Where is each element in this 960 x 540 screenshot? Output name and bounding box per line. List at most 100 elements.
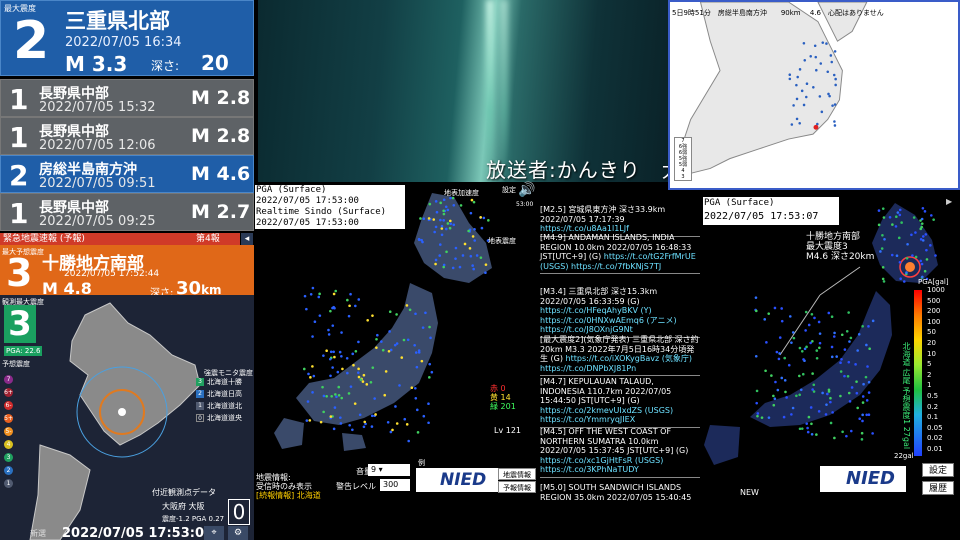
station-dot xyxy=(345,356,349,360)
station-dot xyxy=(318,292,321,296)
play-icon[interactable]: ▶ xyxy=(946,197,952,206)
station-dot xyxy=(354,304,357,308)
station-dot xyxy=(911,254,914,257)
station-dot xyxy=(408,308,412,312)
gear-icon[interactable]: ⚙ xyxy=(228,526,248,540)
station-dot xyxy=(817,320,821,324)
station-dot xyxy=(798,68,802,71)
history-row-2[interactable]: 1 長野県中部 2022/07/05 12:06 M 2.8 xyxy=(0,117,254,155)
warning-level-select[interactable]: 300 xyxy=(380,479,410,491)
station-dot xyxy=(376,333,379,337)
station-dot xyxy=(900,221,903,224)
rt-caption-sindo-time: 2022/07/05 17:53:00 xyxy=(255,218,405,229)
station-dot xyxy=(763,318,767,321)
quake-info-button[interactable]: 地震情報 xyxy=(498,468,536,480)
station-dot xyxy=(920,262,924,266)
feed-item[interactable]: [M5.0] SOUTH SANDWICH ISLANDS REGION 35.… xyxy=(540,483,700,503)
station-dot xyxy=(445,227,448,231)
station-dot xyxy=(375,346,378,349)
realtime-monitor-map[interactable] xyxy=(254,183,538,503)
station-dot xyxy=(438,254,442,257)
station-dot xyxy=(459,204,463,207)
forecast-info-button[interactable]: 予報情報 xyxy=(498,481,536,493)
mini-map-legend: 7 6強 6弱 5強 5弱 4 3 xyxy=(674,137,692,181)
station-dot xyxy=(772,403,776,407)
station-dot xyxy=(351,352,355,356)
feed-item[interactable]: [最大震度2](気象庁発表) 三重県北部 深さ約20km M3.3 2022年7… xyxy=(540,335,700,376)
station-dot xyxy=(313,320,317,324)
history-row-3[interactable]: 2 房総半島南方沖 2022/07/05 09:51 M 4.6 xyxy=(0,155,254,193)
station-dot xyxy=(877,209,881,212)
station-dot xyxy=(798,374,801,378)
station-dot xyxy=(833,120,836,123)
station-dot xyxy=(819,62,823,65)
station-dot xyxy=(826,392,829,396)
collapse-panel-button[interactable]: ◂ xyxy=(241,233,253,245)
station-dot xyxy=(440,233,444,237)
station-dot xyxy=(334,289,338,293)
station-dot xyxy=(461,254,465,257)
row-datetime: 2022/07/05 12:06 xyxy=(39,138,156,153)
speaker-icon[interactable]: 🔊 xyxy=(518,182,535,198)
station-dot xyxy=(327,328,330,332)
station-dot xyxy=(826,70,830,74)
feed-item[interactable]: [M2.5] 宮城県東方沖 深さ33.9km 2022/07/05 17:17:… xyxy=(540,205,700,237)
station-dot xyxy=(801,372,805,376)
refresh-label[interactable]: 新選 xyxy=(30,528,46,539)
station-dot xyxy=(381,348,385,352)
station-dot xyxy=(318,314,322,317)
latest-earthquake-card[interactable]: 最大震度 2 三重県北部 2022/07/05 16:34 M 3.3 深さ: … xyxy=(0,0,254,98)
kanto-mini-map[interactable] xyxy=(668,0,960,190)
station-dot xyxy=(764,369,767,373)
station-dot xyxy=(914,255,918,259)
history-row-1[interactable]: 1 長野県中部 2022/07/05 15:32 M 2.8 xyxy=(0,79,254,117)
station-dot xyxy=(400,356,404,359)
station-dot xyxy=(475,254,479,257)
eew-summary[interactable]: 最大予想震度 3 十勝地方南部 2022/07/05 17:52:44 M 4.… xyxy=(0,245,254,299)
feed-item[interactable]: [M4.9] ANDAMAN ISLANDS, INDIA REGION 10.… xyxy=(540,233,700,274)
station-dot xyxy=(920,222,924,225)
rt-settings-button[interactable]: 設定 xyxy=(502,185,516,195)
volume-select[interactable]: 9 ▾ xyxy=(368,464,410,476)
station-dot xyxy=(861,413,864,417)
station-dot xyxy=(333,355,336,359)
pga-tick-label: 0.5 xyxy=(927,392,939,400)
station-dot xyxy=(830,345,834,349)
station-dot xyxy=(336,370,340,374)
station-dot xyxy=(467,229,470,233)
history-button[interactable]: 履歴 xyxy=(922,481,954,495)
station-dot xyxy=(428,376,431,379)
feed-item[interactable]: [M3.4] 三重県北部 深さ15.3km 2022/07/05 16:33:5… xyxy=(540,287,700,338)
quake-feed-list[interactable]: [M2.5] 宮城県東方沖 深さ33.9km 2022/07/05 17:17:… xyxy=(538,203,700,503)
station-dot xyxy=(882,280,886,283)
station-dot xyxy=(394,405,397,408)
station-dot xyxy=(484,271,487,274)
station-dot xyxy=(311,391,314,394)
station-dot xyxy=(305,419,309,422)
locate-icon[interactable]: ⌖ xyxy=(204,526,224,540)
station-dot xyxy=(428,362,432,366)
station-dot xyxy=(774,380,777,384)
station-dot xyxy=(410,386,414,390)
station-dot xyxy=(446,222,450,225)
station-dot xyxy=(861,395,865,398)
station-dot xyxy=(815,356,819,360)
settings-button[interactable]: 設定 xyxy=(922,463,954,477)
station-dot xyxy=(306,400,310,403)
station-dot xyxy=(398,384,401,387)
feed-item[interactable]: [M4.5] OFF THE WEST COAST OF NORTHERN SU… xyxy=(540,427,700,478)
station-dot xyxy=(815,433,818,436)
station-dot xyxy=(787,363,791,367)
station-dot xyxy=(374,413,377,416)
history-row-4[interactable]: 1 長野県中部 2022/07/05 09:25 M 2.7 xyxy=(0,193,254,231)
station-dot xyxy=(322,410,325,414)
station-dot xyxy=(311,335,314,338)
station-dot xyxy=(358,413,362,417)
station-dot xyxy=(755,401,758,405)
rt-station-counts: 赤 0 黄 14 緑 201 xyxy=(490,384,516,411)
station-dot xyxy=(866,365,869,368)
feed-item[interactable]: [M4.7] KEPULAUAN TALAUD, INDONESIA 110.7… xyxy=(540,377,700,428)
station-dot xyxy=(434,200,438,203)
station-dot xyxy=(442,212,446,216)
station-dot xyxy=(783,356,787,360)
